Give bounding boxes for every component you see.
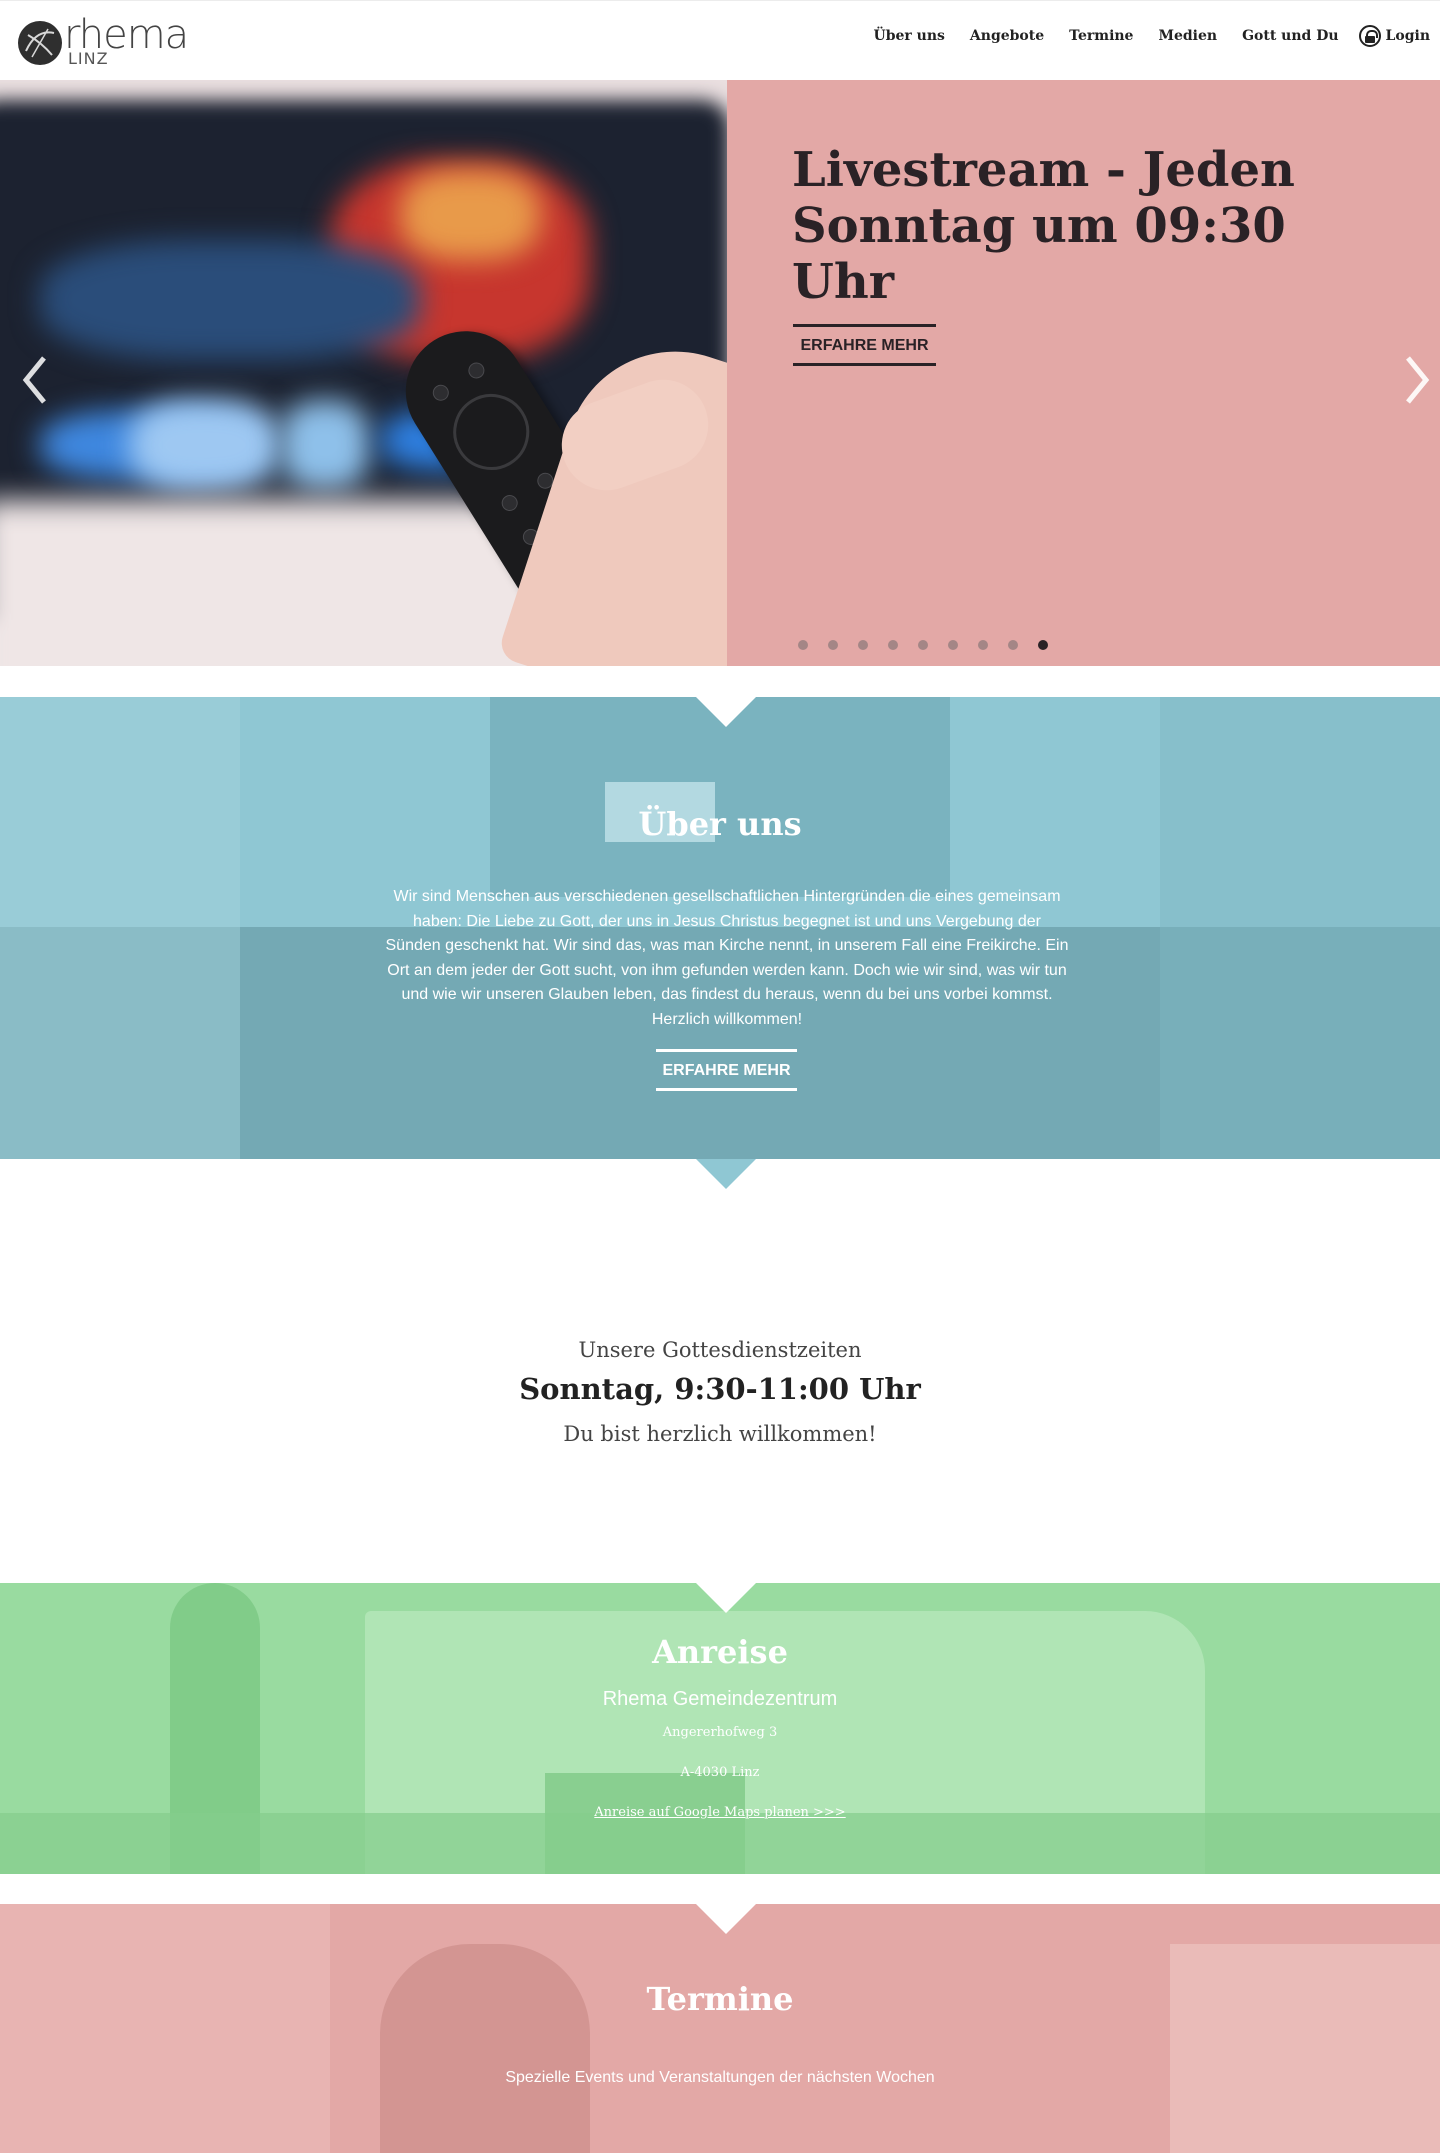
slider-prev-arrow-icon[interactable] [14, 350, 54, 410]
service-times-value: Sonntag, 9:30-11:00 Uhr [519, 1372, 921, 1406]
hero-slider: Livestream - Jeden Sonntag um 09:30 Uhr … [0, 80, 1440, 666]
logo-city: LINZ [68, 49, 109, 68]
slide-image-remote-control [0, 80, 727, 666]
nav-item-angebote[interactable]: Angebote [970, 28, 1044, 44]
site-header: rhema LINZ Über uns Angebote Termine Med… [0, 0, 1440, 80]
travel-title: Anreise [652, 1633, 788, 1671]
main-nav: Über uns Angebote Termine Medien Gott un… [849, 25, 1430, 47]
travel-section: Anreise Rhema Gemeindezentrum Angererhof… [0, 1583, 1440, 1874]
slider-pagination [798, 640, 1068, 650]
travel-link-row: Anreise auf Google Maps planen >>> [0, 1805, 1440, 1820]
events-title: Termine [646, 1980, 794, 2018]
slider-dot-active[interactable] [1038, 640, 1048, 650]
events-subtitle: Spezielle Events und Veranstaltungen der… [505, 2069, 935, 2086]
login-label: Login [1385, 28, 1430, 44]
travel-street: Angererhofweg 3 [662, 1725, 778, 1740]
nav-item-ueber-uns[interactable]: Über uns [874, 28, 945, 44]
google-maps-link[interactable]: Anreise auf Google Maps planen >>> [594, 1805, 845, 1820]
travel-place: Rhema Gemeindezentrum [602, 1688, 838, 1710]
slider-dot[interactable] [918, 640, 928, 650]
service-times-label: Unsere Gottesdienstzeiten [578, 1338, 862, 1362]
about-section: Über uns Wir sind Menschen aus verschied… [0, 697, 1440, 1159]
service-times-welcome: Du bist herzlich willkommen! [563, 1422, 877, 1446]
slider-next-arrow-icon[interactable] [1398, 350, 1438, 410]
about-learn-more-button[interactable]: ERFAHRE MEHR [656, 1049, 797, 1091]
service-times-section: Unsere Gottesdienstzeiten Sonntag, 9:30-… [0, 1190, 1440, 1583]
login-link[interactable]: Login [1358, 25, 1430, 47]
slider-dot[interactable] [978, 640, 988, 650]
rhema-logo[interactable]: rhema LINZ [18, 13, 189, 68]
slider-dot[interactable] [888, 640, 898, 650]
slider-dot[interactable] [828, 640, 838, 650]
slider-dot[interactable] [798, 640, 808, 650]
nav-item-termine[interactable]: Termine [1069, 28, 1133, 44]
about-title: Über uns [638, 805, 802, 843]
travel-city: A-4030 Linz [680, 1765, 760, 1780]
slider-dot[interactable] [858, 640, 868, 650]
about-notch [696, 1159, 756, 1189]
nav-item-gott-und-du[interactable]: Gott und Du [1242, 28, 1338, 44]
about-text: Wir sind Menschen aus verschiedenen gese… [385, 888, 1069, 1028]
lock-icon [1358, 25, 1381, 47]
slider-dot[interactable] [948, 640, 958, 650]
slider-dot[interactable] [1008, 640, 1018, 650]
slide-learn-more-button[interactable]: ERFAHRE MEHR [793, 324, 936, 366]
slide-title: Livestream - Jeden Sonntag um 09:30 Uhr [792, 142, 1295, 310]
logo-mark-icon [18, 21, 62, 65]
events-section: Termine Spezielle Events und Veranstaltu… [0, 1904, 1440, 2153]
nav-item-medien[interactable]: Medien [1158, 28, 1217, 44]
